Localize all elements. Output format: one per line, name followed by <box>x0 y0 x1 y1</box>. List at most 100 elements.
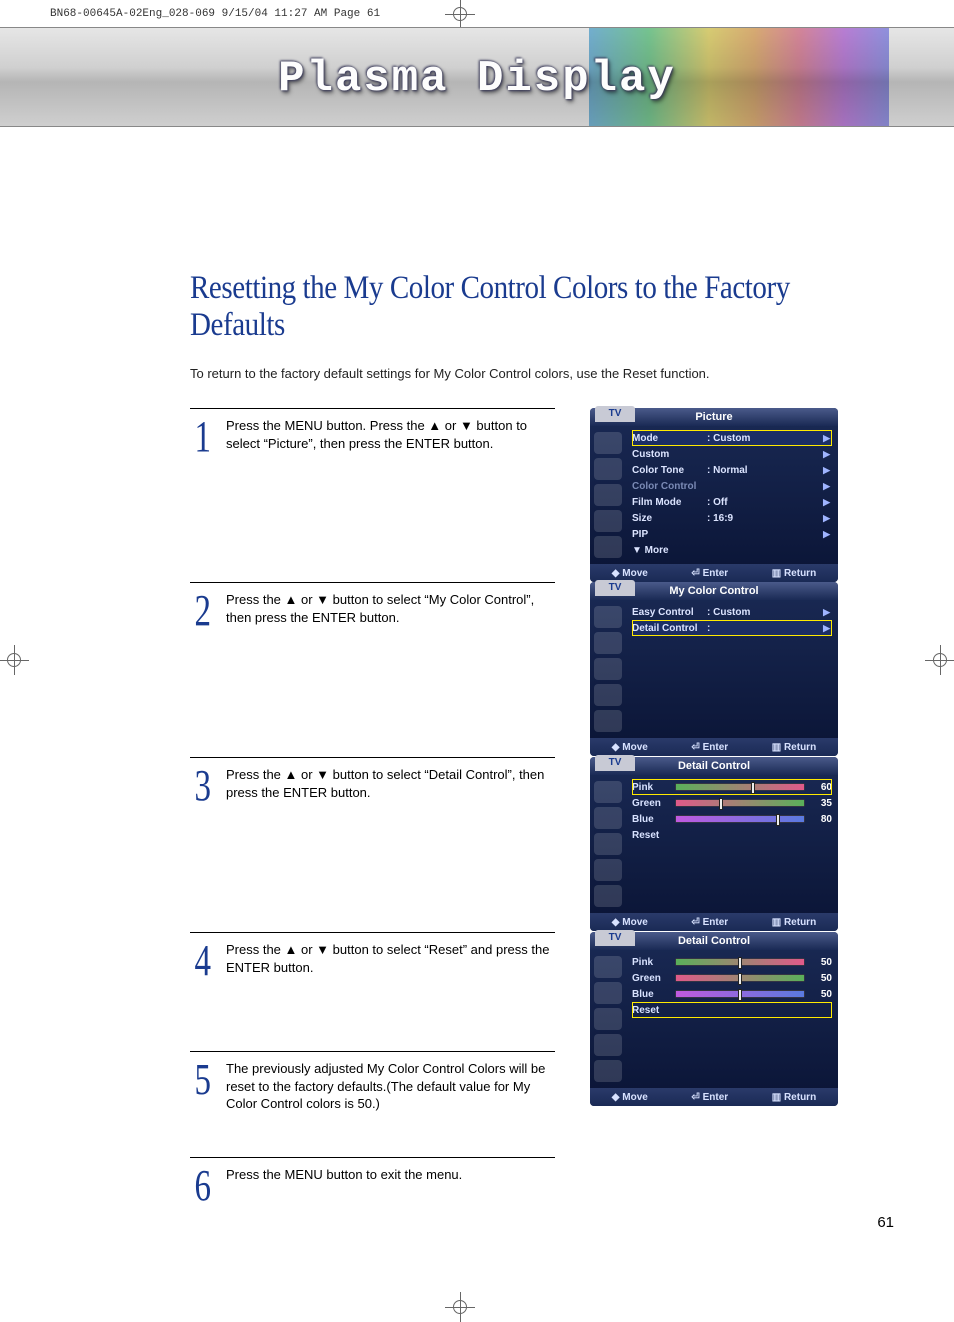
slider-label: Blue <box>632 814 670 825</box>
tv-tab: TV <box>595 755 635 771</box>
slider-value: 50 <box>810 973 832 984</box>
reset-row[interactable]: Reset <box>632 827 832 843</box>
reset-label: Reset <box>632 830 659 841</box>
menu-value: : <box>707 623 762 634</box>
step-6: 6 Press the MENU button to exit the menu… <box>190 1157 555 1206</box>
slider-track[interactable] <box>675 958 805 966</box>
enter-hint: ⏎ Enter <box>691 742 728 753</box>
slider-track[interactable] <box>675 974 805 982</box>
osd-icon-column <box>590 600 630 738</box>
chevron-right-icon: ▶ <box>823 513 830 524</box>
slider-thumb-icon[interactable] <box>738 973 742 985</box>
slider-row-pink[interactable]: Pink 60 <box>632 779 832 795</box>
move-hint: ◆ Move <box>612 1092 648 1103</box>
osd-category-icon <box>594 1034 622 1056</box>
slider-label: Blue <box>632 989 670 1000</box>
osd-category-icon <box>594 982 622 1004</box>
menu-label: Size <box>632 513 707 524</box>
move-hint: ◆ Move <box>612 568 648 579</box>
osd-screenshot-detail2: TV Detail Control Pink 50 Green 50 Blue <box>590 932 838 1106</box>
slider-track[interactable] <box>675 990 805 998</box>
registration-mark-icon <box>925 645 954 675</box>
banner: Plasma Display <box>0 27 954 127</box>
osd-rows: Mode : Custom▶ Custom ▶ Color Tone : Nor… <box>630 426 838 564</box>
slider-thumb-icon[interactable] <box>719 798 723 810</box>
return-hint: ▥ Return <box>772 742 816 753</box>
menu-row[interactable]: ▼ More <box>632 542 832 558</box>
slider-thumb-icon[interactable] <box>738 957 742 969</box>
step-text: Press the ▲ or ▼ button to select “Reset… <box>226 939 555 981</box>
step-1: 1 Press the MENU button. Press the ▲ or … <box>190 408 555 457</box>
slider-value: 80 <box>810 814 832 825</box>
slider-row-green[interactable]: Green 35 <box>632 795 832 811</box>
reset-row[interactable]: Reset <box>632 1002 832 1018</box>
osd-category-icon <box>594 859 622 881</box>
chevron-right-icon: ▶ <box>823 497 830 508</box>
osd-category-icon <box>594 458 622 480</box>
osd-footer: ◆ Move ⏎ Enter ▥ Return <box>590 913 838 931</box>
menu-label: Color Tone <box>632 465 707 476</box>
osd-category-icon <box>594 432 622 454</box>
menu-label: Color Control <box>632 481 707 492</box>
osd-footer: ◆ Move ⏎ Enter ▥ Return <box>590 738 838 756</box>
menu-row[interactable]: Detail Control :▶ <box>632 620 832 636</box>
reset-label: Reset <box>632 1005 659 1016</box>
osd-icon-column <box>590 950 630 1088</box>
slider-label: Green <box>632 973 670 984</box>
enter-hint: ⏎ Enter <box>691 568 728 579</box>
menu-value: : Off <box>707 497 762 508</box>
enter-hint: ⏎ Enter <box>691 917 728 928</box>
banner-title: Plasma Display <box>0 54 954 104</box>
menu-label: PIP <box>632 529 707 540</box>
enter-hint: ⏎ Enter <box>691 1092 728 1103</box>
step-text: Press the ▲ or ▼ button to select “My Co… <box>226 589 555 631</box>
slider-row-pink[interactable]: Pink 50 <box>632 954 832 970</box>
osd-category-icon <box>594 807 622 829</box>
step-number: 2 <box>195 589 222 631</box>
menu-row[interactable]: Color Control ▶ <box>632 478 832 494</box>
slider-thumb-icon[interactable] <box>738 989 742 1001</box>
step-number: 6 <box>195 1164 222 1206</box>
osd-footer: ◆ Move ⏎ Enter ▥ Return <box>590 1088 838 1106</box>
osd-rows: Pink 60 Green 35 Blue 80 <box>630 775 838 913</box>
osd-screenshot-picture: TV Picture Mode : Custom▶ Custom ▶ Color… <box>590 408 838 582</box>
menu-row[interactable]: Mode : Custom▶ <box>632 430 832 446</box>
menu-row[interactable]: Color Tone : Normal▶ <box>632 462 832 478</box>
slider-track[interactable] <box>675 799 805 807</box>
slider-track[interactable] <box>675 783 805 791</box>
slider-row-blue[interactable]: Blue 80 <box>632 811 832 827</box>
osd-screenshot-mycolor: TV My Color Control Easy Control : Custo… <box>590 582 838 756</box>
menu-row[interactable]: Film Mode : Off▶ <box>632 494 832 510</box>
slider-thumb-icon[interactable] <box>751 782 755 794</box>
step-text: The previously adjusted My Color Control… <box>226 1058 555 1113</box>
step-number: 3 <box>195 764 222 806</box>
move-hint: ◆ Move <box>612 742 648 753</box>
step-5: 5 The previously adjusted My Color Contr… <box>190 1051 555 1113</box>
chevron-right-icon: ▶ <box>823 481 830 492</box>
step-3: 3 Press the ▲ or ▼ button to select “Det… <box>190 757 555 806</box>
step-number: 5 <box>195 1058 222 1113</box>
osd-category-icon <box>594 833 622 855</box>
menu-label: Mode <box>632 433 707 444</box>
tv-tab: TV <box>595 580 635 596</box>
osd-rows: Pink 50 Green 50 Blue 50 <box>630 950 838 1088</box>
slider-row-green[interactable]: Green 50 <box>632 970 832 986</box>
move-hint: ◆ Move <box>612 917 648 928</box>
slider-row-blue[interactable]: Blue 50 <box>632 986 832 1002</box>
menu-row[interactable]: PIP ▶ <box>632 526 832 542</box>
slider-label: Pink <box>632 782 670 793</box>
slider-track[interactable] <box>675 815 805 823</box>
step-number: 4 <box>195 939 222 981</box>
step-4: 4 Press the ▲ or ▼ button to select “Res… <box>190 932 555 981</box>
osd-category-icon <box>594 536 622 558</box>
menu-row[interactable]: Size : 16:9 ▶ <box>632 510 832 526</box>
menu-row[interactable]: Easy Control : Custom▶ <box>632 604 832 620</box>
osd-category-icon <box>594 1060 622 1082</box>
osd-category-icon <box>594 710 622 732</box>
slider-thumb-icon[interactable] <box>776 814 780 826</box>
step-text: Press the MENU button to exit the menu. <box>226 1164 555 1206</box>
menu-value: : 16:9 <box>707 513 762 524</box>
menu-row[interactable]: Custom ▶ <box>632 446 832 462</box>
return-hint: ▥ Return <box>772 917 816 928</box>
chevron-right-icon: ▶ <box>823 607 830 618</box>
